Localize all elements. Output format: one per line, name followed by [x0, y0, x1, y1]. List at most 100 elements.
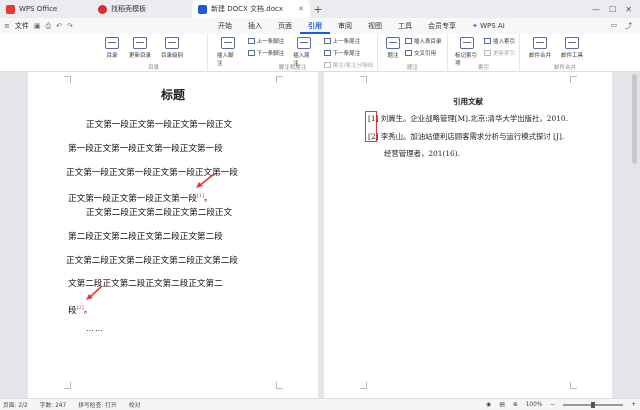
menu-page[interactable]: 页面: [270, 18, 300, 34]
footnote-icon: [220, 37, 235, 49]
status-bar: 页面: 2/2 字数: 247 拼写检查: 打开 校对 ◉ ▤ ⊕ 100% −…: [0, 398, 640, 410]
caption-button[interactable]: 题注: [381, 37, 405, 59]
new-tab-button[interactable]: +: [310, 0, 326, 18]
mail-tools-button[interactable]: 邮件工具: [556, 37, 588, 59]
eye-icon[interactable]: ◉: [486, 402, 491, 408]
minimize-icon[interactable]: —: [592, 5, 600, 14]
paragraph-1[interactable]: 正文第一段正文第一段正文第一段正文 第一段正文第一段正文第一段正文第一段 正文第…: [66, 114, 280, 212]
save-icon[interactable]: ▣: [34, 22, 41, 30]
redo-icon[interactable]: ↷: [67, 22, 73, 30]
footnote-ref-1[interactable]: [1]: [197, 193, 204, 199]
menu-tools[interactable]: 工具: [390, 18, 420, 34]
red-arrow-icon: [86, 285, 103, 300]
vertical-scrollbar[interactable]: [632, 74, 637, 396]
text-line: 正文第二段正文第二段正文第二段正文: [86, 208, 233, 218]
references-list[interactable]: [1] 刘冀生。企业战略管理[M].北京:清华大学出版社，2010. [2] 李…: [368, 110, 598, 163]
page-view-icon[interactable]: ▤: [499, 402, 504, 408]
ribbon-toolbar: 目录 更新目录 目录级别 目录 插入脚注 上一条脚注 下一条脚注 插入尾注 上一…: [0, 34, 640, 72]
comment-icon[interactable]: ▭: [610, 21, 617, 31]
update-toc-label: 更新目录: [129, 53, 152, 59]
update-index-label: 更新索引: [492, 51, 515, 57]
mail-group: 邮件合并 邮件工具 邮件合并: [520, 34, 610, 72]
document-workspace[interactable]: 标题 正文第一段正文第一段正文第一段正文 第一段正文第一段正文第一段正文第一段 …: [0, 72, 640, 398]
toc-button[interactable]: 目录: [100, 37, 124, 59]
web-view-icon[interactable]: ⊕: [513, 402, 518, 408]
hamburger-icon[interactable]: ≡: [4, 22, 10, 30]
ellipsis-text: ……: [86, 324, 104, 333]
zoom-slider[interactable]: [563, 401, 624, 408]
refresh-toc-icon: [133, 37, 147, 49]
cross-ref-button[interactable]: 交叉引用: [405, 49, 442, 57]
menu-review[interactable]: 审阅: [330, 18, 360, 34]
text-line: 正文第一段正文第一段正文第一段正文: [86, 120, 233, 130]
footnote-ref-2[interactable]: [2]: [77, 305, 84, 311]
cross-ref-label: 交叉引用: [414, 51, 437, 57]
text-line: 第一段正文第一段正文第一段正文第一段: [68, 143, 223, 154]
index-group: 标记索引项 插入索引 更新索引 索引: [448, 34, 520, 72]
insert-table-caption-label: 插入表目录: [414, 39, 442, 45]
text-run: 。: [83, 306, 93, 317]
menu-view[interactable]: 视图: [360, 18, 390, 34]
ai-label: WPS AI: [480, 22, 505, 30]
spell-check[interactable]: 拼写检查: 打开: [78, 400, 117, 409]
toc-level-button[interactable]: 目录级别: [156, 37, 188, 59]
undo-icon[interactable]: ↶: [56, 22, 62, 30]
insert-index-button[interactable]: 插入索引: [483, 37, 515, 45]
next-endnote-button[interactable]: 下一条尾注: [323, 49, 373, 57]
mark-index-icon: [459, 37, 474, 49]
margin-corner: [64, 382, 71, 389]
next-footnote-button[interactable]: 下一条脚注: [247, 49, 284, 57]
page-2[interactable]: 引用文献 [1] 刘冀生。企业战略管理[M].北京:清华大学出版社，2010. …: [324, 72, 612, 398]
references-heading[interactable]: 引用文献: [324, 96, 612, 107]
toc-level-icon: [165, 37, 180, 49]
text-line: 第二段正文第二段正文第二段正文第二段: [68, 231, 223, 242]
mail-merge-button[interactable]: 邮件合并: [524, 37, 556, 59]
caption-label: 题注: [387, 53, 399, 59]
zoom-in-icon[interactable]: +: [631, 402, 636, 408]
margin-corner: [360, 76, 367, 83]
scrollbar-thumb[interactable]: [632, 74, 637, 164]
caption-icon: [386, 37, 400, 49]
file-menu[interactable]: 文件: [15, 21, 29, 31]
proofread[interactable]: 校对: [129, 400, 141, 409]
prev-endnote-label: 上一条尾注: [332, 39, 361, 45]
maximize-icon[interactable]: ☐: [609, 5, 616, 14]
menu-wps-ai[interactable]: ✦ WPS AI: [464, 18, 513, 34]
prev-footnote-button[interactable]: 上一条脚注: [247, 37, 284, 45]
word-count[interactable]: 字数: 247: [40, 400, 66, 409]
tab-label: WPS Office: [19, 5, 58, 13]
update-toc-button[interactable]: 更新目录: [124, 37, 156, 59]
insert-table-caption-button[interactable]: 插入表目录: [405, 37, 442, 45]
caption-group: 题注 插入表目录 交叉引用 题注: [378, 34, 448, 72]
page-1[interactable]: 标题 正文第一段正文第一段正文第一段正文 第一段正文第一段正文第一段正文第一段 …: [28, 72, 318, 398]
margin-corner: [570, 76, 577, 83]
zoom-level[interactable]: 100%: [526, 402, 543, 408]
ai-sparkle-icon: ✦: [472, 22, 478, 30]
menu-member[interactable]: 会员专享: [420, 18, 464, 34]
paragraph-2[interactable]: 正文第二段正文第二段正文第二段正文 第二段正文第二段正文第二段正文第二段 正文第…: [66, 202, 280, 324]
tab-document[interactable]: 新建 DOCX 文档.docx ✕: [192, 0, 310, 18]
toc-label: 目录: [106, 53, 118, 59]
prev-footnote-icon: [247, 38, 255, 44]
page-count[interactable]: 页面: 2/2: [3, 400, 28, 409]
zoom-out-icon[interactable]: −: [550, 402, 555, 408]
tab-template[interactable]: 找稻壳模板: [92, 0, 192, 18]
toc-group: 目录 更新目录 目录级别 目录: [0, 34, 208, 72]
tab-wps-office[interactable]: WPS Office: [0, 0, 92, 18]
share-icon[interactable]: ⤴: [625, 21, 632, 31]
menu-insert[interactable]: 插入: [240, 18, 270, 34]
docer-icon: [98, 4, 107, 14]
menu-references[interactable]: 引用: [300, 18, 330, 34]
margin-corner: [360, 382, 367, 389]
menu-bar: ≡ 文件 ▣ ⎙ ↶ ↷ 开始 插入 页面 引用 审阅 视图 工具 会员专享 ✦…: [0, 18, 640, 34]
document-title[interactable]: 标题: [28, 86, 318, 103]
update-index-button[interactable]: 更新索引: [483, 49, 515, 57]
close-window-icon[interactable]: ✕: [625, 5, 632, 14]
margin-corner: [276, 76, 283, 83]
prev-endnote-button[interactable]: 上一条尾注: [323, 37, 373, 45]
print-icon[interactable]: ⎙: [46, 22, 52, 31]
close-tab-icon[interactable]: ✕: [298, 5, 304, 13]
reference-item-2-cont: 经营管理者，201(16).: [384, 149, 460, 159]
menu-start[interactable]: 开始: [210, 18, 240, 34]
toc-icon: [105, 37, 119, 49]
